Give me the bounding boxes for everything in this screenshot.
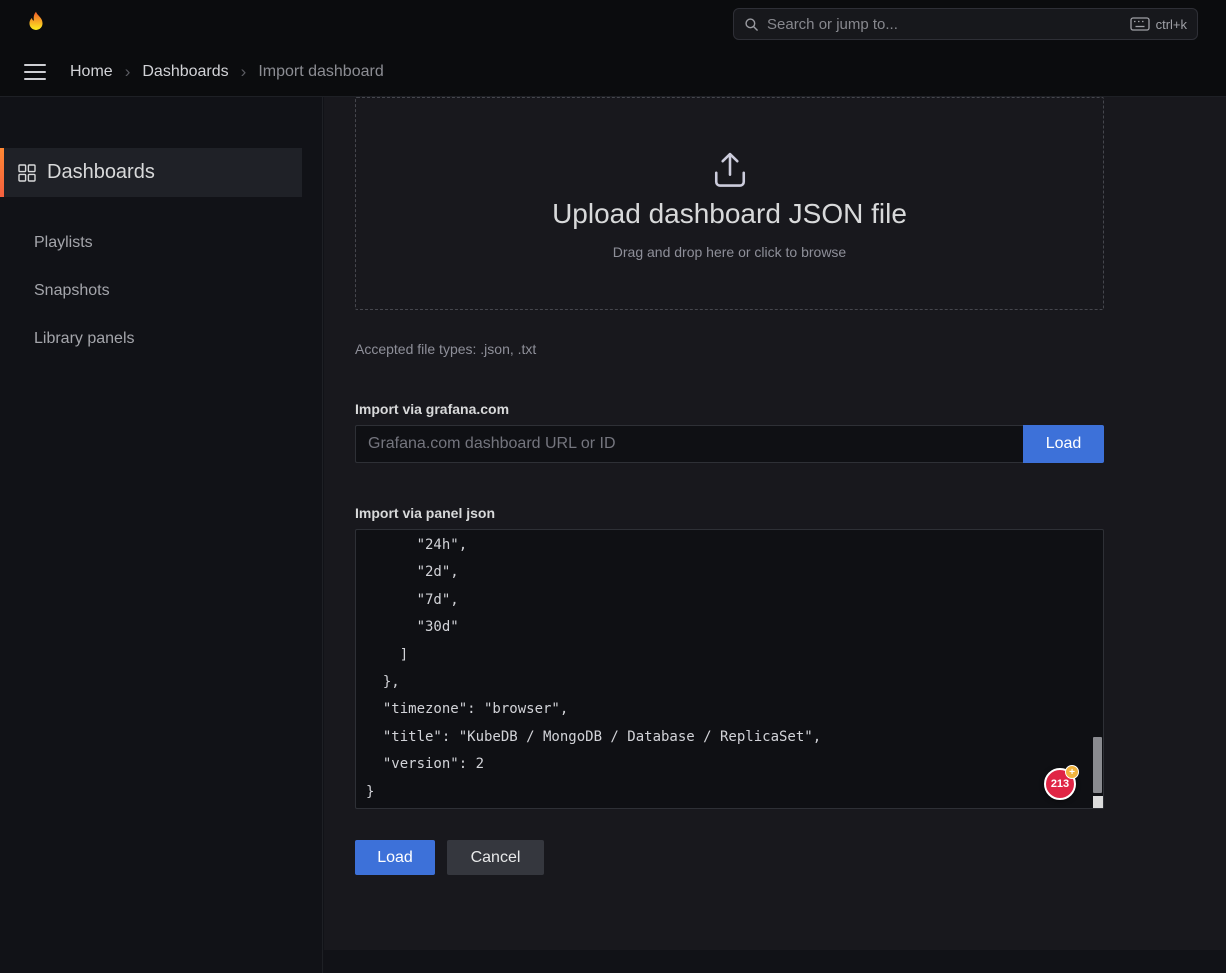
upload-title: Upload dashboard JSON file (552, 198, 907, 230)
main-area: Upload dashboard JSON file Drag and drop… (324, 97, 1226, 973)
sidebar-item-library-panels[interactable]: Library panels (0, 315, 322, 363)
grafana-logo-icon[interactable] (22, 10, 50, 38)
panel-json-section-label: Import via panel json (355, 505, 1104, 521)
sidebar-item-label: Playlists (34, 234, 93, 252)
chevron-right-icon: › (241, 62, 247, 82)
badge-count: 213 (1051, 778, 1069, 790)
sidebar-item-playlists[interactable]: Playlists (0, 219, 322, 267)
chevron-right-icon: › (125, 62, 131, 82)
shortcut-label: ctrl+k (1156, 17, 1187, 32)
gcom-url-input[interactable] (355, 425, 1023, 463)
import-dashboard-page: Upload dashboard JSON file Drag and drop… (324, 97, 1226, 950)
breadcrumb-home[interactable]: Home (70, 63, 113, 81)
sidebar-list: Playlists Snapshots Library panels (0, 219, 322, 363)
sidebar-item-label: Library panels (34, 330, 135, 348)
breadcrumb-bar: Home › Dashboards › Import dashboard (0, 48, 1226, 97)
extension-notification-badge[interactable]: 213 + (1044, 768, 1076, 800)
accepted-file-types: Accepted file types: .json, .txt (355, 341, 1104, 357)
content-container: Upload dashboard JSON file Drag and drop… (355, 97, 1104, 875)
breadcrumb: Home › Dashboards › Import dashboard (70, 62, 384, 82)
textarea-resize-grip[interactable] (1093, 796, 1103, 808)
gcom-load-button[interactable]: Load (1023, 425, 1104, 463)
upload-hint: Drag and drop here or click to browse (613, 244, 846, 260)
sidebar-active-label: Dashboards (47, 161, 155, 184)
panel-json-textarea[interactable]: "24h", "2d", "7d", "30d" ] }, "timezone"… (355, 529, 1104, 809)
load-button[interactable]: Load (355, 840, 435, 875)
breadcrumb-import-dashboard: Import dashboard (258, 63, 383, 81)
sidebar-item-dashboards[interactable]: Dashboards (0, 148, 302, 197)
form-actions: Load Cancel (355, 840, 1104, 875)
keyboard-icon (1130, 17, 1150, 31)
sidebar: Dashboards Playlists Snapshots Library p… (0, 97, 323, 973)
sidebar-item-label: Snapshots (34, 282, 110, 300)
breadcrumb-dashboards[interactable]: Dashboards (142, 63, 228, 81)
top-bar: Search or jump to... ctrl+k (0, 0, 1226, 48)
panel-json-wrapper: "24h", "2d", "7d", "30d" ] }, "timezone"… (355, 529, 1104, 809)
search-icon (744, 17, 759, 32)
keyboard-shortcut-hint: ctrl+k (1130, 17, 1187, 32)
upload-icon (708, 148, 752, 192)
upload-dropzone[interactable]: Upload dashboard JSON file Drag and drop… (355, 97, 1104, 310)
gcom-import-row: Load (355, 425, 1104, 463)
gcom-section-label: Import via grafana.com (355, 401, 1104, 417)
badge-plus-icon: + (1065, 765, 1079, 779)
sidebar-item-snapshots[interactable]: Snapshots (0, 267, 322, 315)
scrollbar-thumb[interactable] (1093, 737, 1102, 793)
search-placeholder: Search or jump to... (767, 16, 1122, 33)
menu-toggle-icon[interactable] (24, 64, 46, 80)
search-input[interactable]: Search or jump to... ctrl+k (733, 8, 1198, 40)
dashboards-grid-icon (18, 164, 36, 182)
cancel-button[interactable]: Cancel (447, 840, 544, 875)
